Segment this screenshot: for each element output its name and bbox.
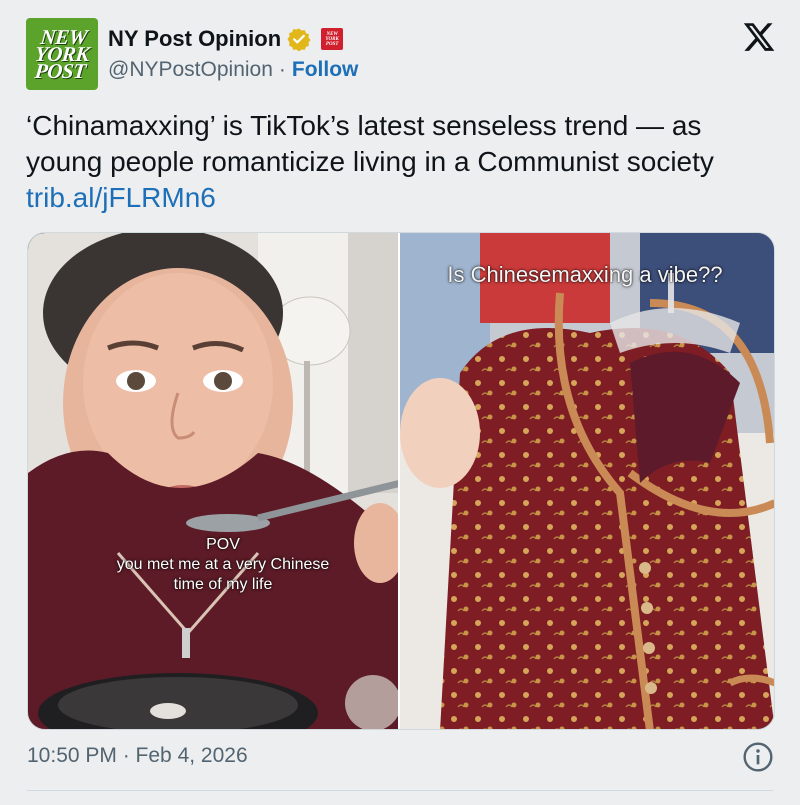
- media-grid: POV you met me at a very Chinese time of…: [27, 232, 775, 730]
- timestamp[interactable]: 10:50 PM · Feb 4, 2026: [27, 744, 248, 768]
- name-row: NY Post Opinion NEW YORK POST: [108, 24, 344, 54]
- ny-post-affiliate-badge-icon[interactable]: NEW YORK POST: [321, 28, 344, 50]
- tweet-text: ‘Chinamaxxing’ is TikTok’s latest sensel…: [26, 108, 766, 216]
- follow-button[interactable]: Follow: [292, 58, 359, 82]
- handle[interactable]: @NYPostOpinion: [108, 58, 273, 82]
- tweet-card: NEW YORK POST NY Post Opinion NEW YORK POST …: [0, 0, 800, 805]
- display-name[interactable]: NY Post Opinion: [108, 26, 281, 52]
- person-eating-illustration: [28, 233, 398, 729]
- right-caption: Is Chinesemaxxing a vibe??: [447, 262, 723, 287]
- gold-verified-badge-icon: [287, 27, 311, 52]
- avatar[interactable]: NEW YORK POST: [26, 18, 98, 90]
- left-caption-body: you met me at a very Chinese time of my …: [116, 556, 330, 593]
- tweet-link[interactable]: trib.al/jFLRMn6: [26, 180, 766, 216]
- separator-dot: ·: [278, 58, 286, 81]
- footer-divider: [27, 790, 773, 791]
- jacket-illustration: [400, 233, 774, 729]
- avatar-logo-text: NEW YORK POST: [33, 24, 91, 83]
- media-image-right[interactable]: Is Chinesemaxxing a vibe??: [400, 233, 774, 729]
- left-caption-title: POV: [206, 536, 240, 553]
- handle-row: @NYPostOpinion · Follow: [108, 56, 358, 84]
- x-logo-icon[interactable]: [742, 20, 776, 54]
- media-image-left[interactable]: POV you met me at a very Chinese time of…: [28, 233, 400, 729]
- info-icon[interactable]: [742, 741, 774, 773]
- tweet-body: ‘Chinamaxxing’ is TikTok’s latest sensel…: [26, 110, 714, 177]
- left-caption: POV you met me at a very Chinese time of…: [108, 535, 338, 595]
